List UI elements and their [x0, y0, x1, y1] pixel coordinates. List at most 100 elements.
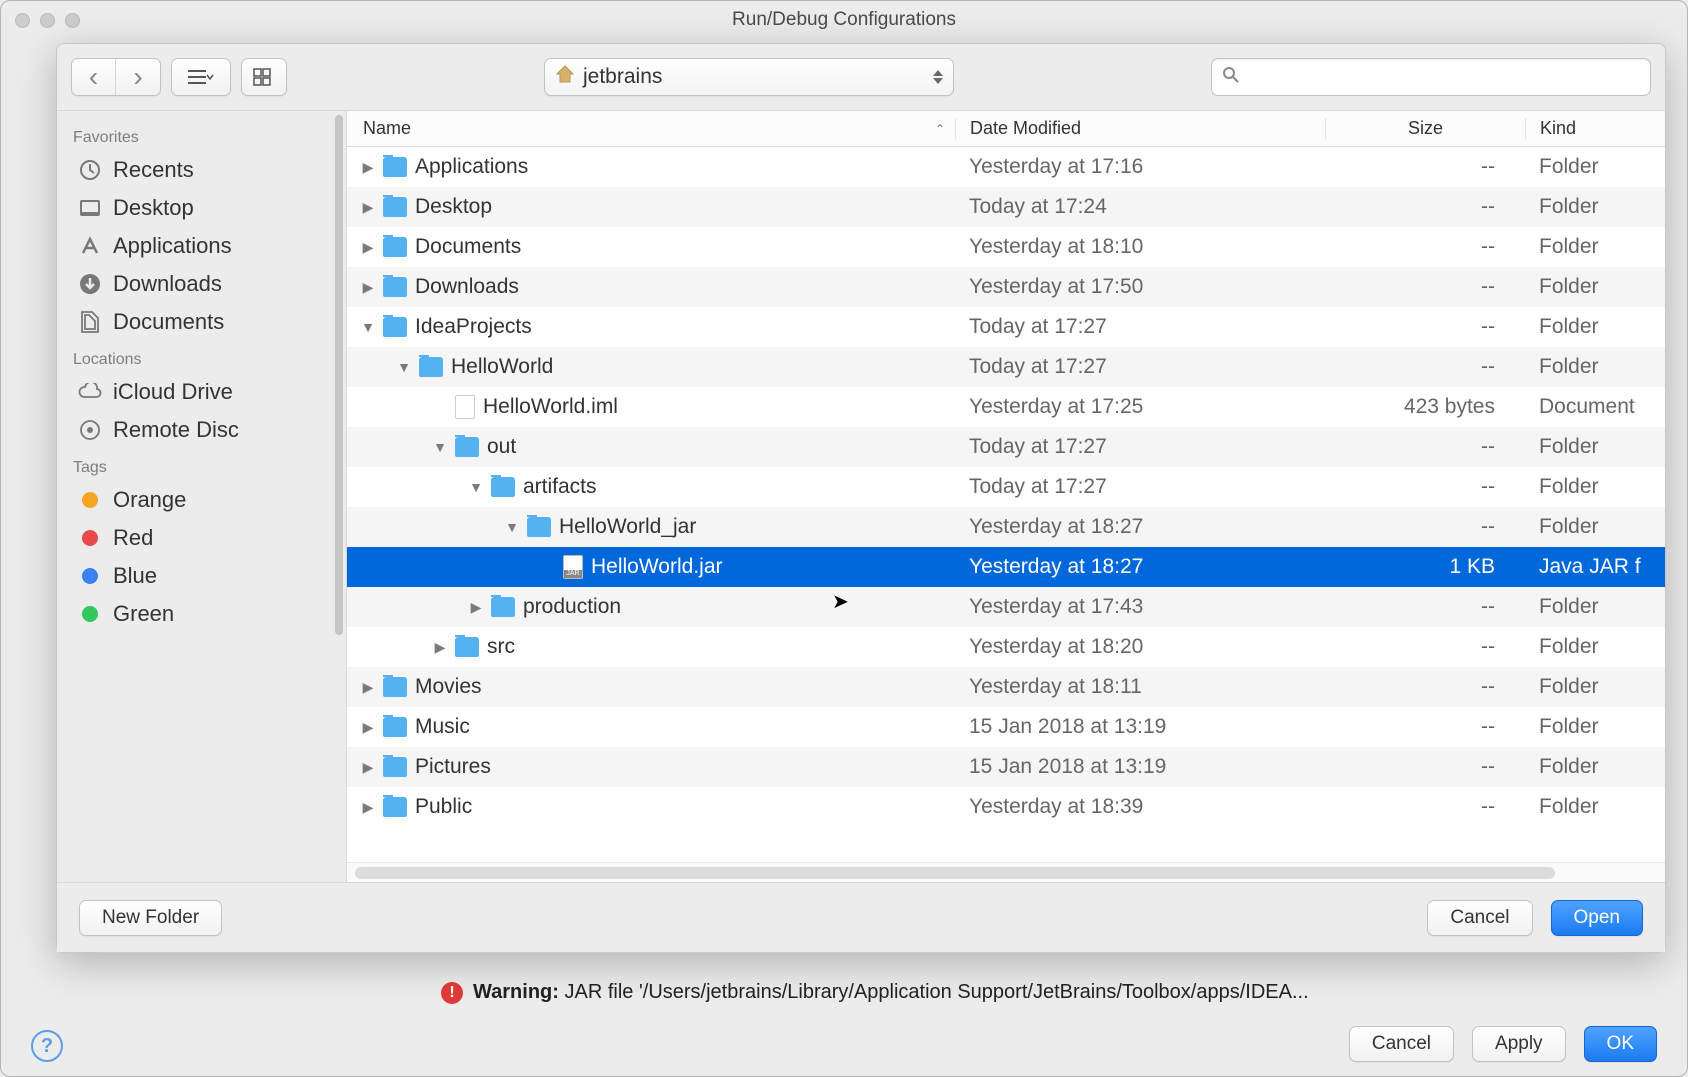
group-icon: [253, 68, 275, 86]
column-kind[interactable]: Kind: [1525, 118, 1665, 139]
search-input[interactable]: [1248, 67, 1640, 88]
main-cancel-button[interactable]: Cancel: [1349, 1026, 1454, 1062]
tags-heading: Tags: [57, 449, 346, 481]
back-button[interactable]: [72, 59, 116, 95]
disclosure-triangle[interactable]: ▶: [469, 599, 483, 616]
file-size: --: [1325, 675, 1525, 699]
search-field[interactable]: [1211, 58, 1651, 96]
file-open-dialog: jetbrains Favorites RecentsDesktopApplic…: [56, 43, 1666, 953]
file-size: --: [1325, 595, 1525, 619]
folder-icon: [383, 277, 407, 297]
disclosure-triangle[interactable]: ▶: [361, 279, 375, 296]
file-name: HelloWorld.iml: [483, 395, 618, 419]
file-kind: Folder: [1525, 275, 1665, 299]
disclosure-triangle[interactable]: ▼: [469, 479, 483, 495]
new-folder-button[interactable]: New Folder: [79, 900, 222, 936]
file-size: --: [1325, 235, 1525, 259]
file-size: --: [1325, 795, 1525, 819]
file-row[interactable]: ▼HelloWorld_jarYesterday at 18:27--Folde…: [347, 507, 1665, 547]
file-row[interactable]: HelloWorld.imlYesterday at 17:25423 byte…: [347, 387, 1665, 427]
sidebar-item-applications[interactable]: Applications: [57, 227, 346, 265]
sidebar-item-recents[interactable]: Recents: [57, 151, 346, 189]
folder-icon: [383, 797, 407, 817]
file-date: Yesterday at 18:10: [955, 235, 1325, 259]
folder-icon: [383, 197, 407, 217]
dialog-cancel-button[interactable]: Cancel: [1427, 900, 1532, 936]
file-date: 15 Jan 2018 at 13:19: [955, 715, 1325, 739]
disclosure-triangle[interactable]: ▼: [397, 359, 411, 375]
file-date: Today at 17:27: [955, 355, 1325, 379]
sidebar-item-remote-disc[interactable]: Remote Disc: [57, 411, 346, 449]
sidebar-item-downloads[interactable]: Downloads: [57, 265, 346, 303]
file-date: Yesterday at 17:16: [955, 155, 1325, 179]
file-row[interactable]: HelloWorld.jarYesterday at 18:271 KBJava…: [347, 547, 1665, 587]
tag-blue[interactable]: Blue: [57, 557, 346, 595]
column-size[interactable]: Size: [1325, 118, 1525, 139]
tag-green[interactable]: Green: [57, 595, 346, 633]
file-name: Music: [415, 715, 470, 739]
warning-icon: !: [441, 982, 463, 1004]
apply-button[interactable]: Apply: [1472, 1026, 1566, 1062]
file-list[interactable]: ▶ApplicationsYesterday at 17:16--Folder▶…: [347, 147, 1665, 862]
open-button[interactable]: Open: [1551, 900, 1643, 936]
tag-red[interactable]: Red: [57, 519, 346, 557]
file-name: Movies: [415, 675, 482, 699]
file-browser: Favorites RecentsDesktopApplicationsDown…: [57, 110, 1665, 882]
file-kind: Folder: [1525, 475, 1665, 499]
file-size: --: [1325, 195, 1525, 219]
disclosure-triangle[interactable]: ▶: [361, 719, 375, 736]
disclosure-triangle[interactable]: ▶: [433, 639, 447, 656]
ok-button[interactable]: OK: [1584, 1026, 1657, 1062]
disclosure-triangle[interactable]: ▶: [361, 239, 375, 256]
sidebar-item-icloud-drive[interactable]: iCloud Drive: [57, 373, 346, 411]
file-row[interactable]: ▶DesktopToday at 17:24--Folder: [347, 187, 1665, 227]
sidebar-scrollbar[interactable]: [335, 115, 343, 635]
disclosure-triangle[interactable]: ▼: [433, 439, 447, 455]
disclosure-triangle[interactable]: ▶: [361, 759, 375, 776]
file-size: --: [1325, 475, 1525, 499]
file-row[interactable]: ▶srcYesterday at 18:20--Folder: [347, 627, 1665, 667]
file-row[interactable]: ▼artifactsToday at 17:27--Folder: [347, 467, 1665, 507]
file-row[interactable]: ▶DocumentsYesterday at 18:10--Folder: [347, 227, 1665, 267]
main-footer: Cancel Apply OK: [1, 1012, 1687, 1076]
arrange-button[interactable]: [242, 59, 286, 95]
file-name: HelloWorld: [451, 355, 553, 379]
scrollbar-thumb[interactable]: [355, 867, 1555, 879]
file-row[interactable]: ▶Music15 Jan 2018 at 13:19--Folder: [347, 707, 1665, 747]
file-row[interactable]: ▼HelloWorldToday at 17:27--Folder: [347, 347, 1665, 387]
file-row[interactable]: ▶MoviesYesterday at 18:11--Folder: [347, 667, 1665, 707]
file-row[interactable]: ▼outToday at 17:27--Folder: [347, 427, 1665, 467]
disclosure-triangle[interactable]: ▶: [361, 199, 375, 216]
disclosure-triangle[interactable]: ▶: [361, 159, 375, 176]
file-row[interactable]: ▶Pictures15 Jan 2018 at 13:19--Folder: [347, 747, 1665, 787]
file-row[interactable]: ▶DownloadsYesterday at 17:50--Folder: [347, 267, 1665, 307]
disclosure-triangle[interactable]: ▶: [361, 679, 375, 696]
tag-orange[interactable]: Orange: [57, 481, 346, 519]
horizontal-scrollbar[interactable]: [347, 862, 1665, 882]
file-size: --: [1325, 635, 1525, 659]
folder-icon: [419, 357, 443, 377]
forward-button[interactable]: [116, 59, 160, 95]
file-row[interactable]: ▶PublicYesterday at 18:39--Folder: [347, 787, 1665, 827]
view-mode-button[interactable]: [172, 59, 230, 95]
column-date[interactable]: Date Modified: [955, 118, 1325, 139]
file-date: Today at 17:27: [955, 435, 1325, 459]
file-name: Pictures: [415, 755, 491, 779]
search-icon: [1222, 66, 1240, 89]
folder-icon: [383, 757, 407, 777]
column-name[interactable]: Name⌃: [347, 118, 955, 139]
disclosure-triangle[interactable]: ▶: [361, 799, 375, 816]
tag-dot-icon: [82, 492, 98, 508]
file-date: Yesterday at 17:25: [955, 395, 1325, 419]
path-popup[interactable]: jetbrains: [544, 58, 954, 96]
file-row[interactable]: ▼IdeaProjectsToday at 17:27--Folder: [347, 307, 1665, 347]
sidebar-item-desktop[interactable]: Desktop: [57, 189, 346, 227]
file-size: --: [1325, 155, 1525, 179]
disclosure-triangle[interactable]: ▼: [361, 319, 375, 335]
file-row[interactable]: ▶ApplicationsYesterday at 17:16--Folder: [347, 147, 1665, 187]
file-size: --: [1325, 355, 1525, 379]
file-row[interactable]: ▶productionYesterday at 17:43--Folder: [347, 587, 1665, 627]
sidebar-item-documents[interactable]: Documents: [57, 303, 346, 341]
file-name: Applications: [415, 155, 528, 179]
disclosure-triangle[interactable]: ▼: [505, 519, 519, 535]
